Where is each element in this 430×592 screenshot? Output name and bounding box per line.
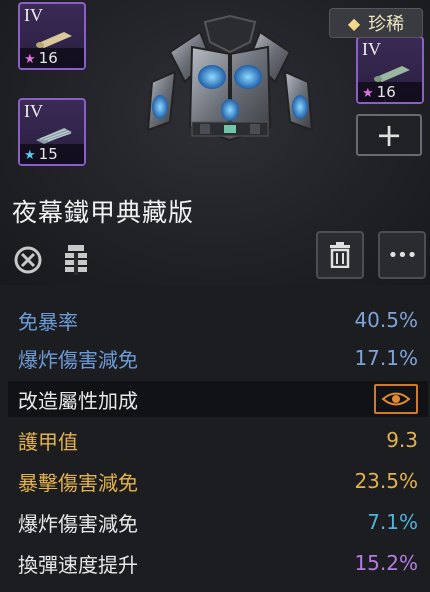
add-mod-button[interactable]: + bbox=[356, 114, 422, 156]
stat-value: 9.3 bbox=[386, 428, 418, 452]
slot-level: ★ 15 bbox=[20, 144, 84, 164]
stat-row: 爆炸傷害減免 17.1% bbox=[8, 340, 428, 376]
fabric-roll-icon bbox=[374, 66, 410, 82]
plus-icon: + bbox=[375, 116, 403, 154]
eye-icon bbox=[381, 392, 411, 406]
stat-label: 暴擊傷害減免 bbox=[18, 470, 138, 495]
mod-slot-3[interactable]: IV ★ 16 bbox=[356, 36, 424, 104]
more-options-button[interactable]: ••• bbox=[378, 231, 426, 279]
mod-bonus-header: 改造屬性加成 bbox=[8, 381, 428, 417]
no-repair-icon[interactable] bbox=[10, 242, 46, 278]
mod-slot-2[interactable]: IV ★ 15 bbox=[18, 98, 86, 166]
item-name: 夜幕鐵甲典藏版 bbox=[12, 198, 195, 227]
star-icon: ★ bbox=[362, 86, 374, 101]
armor-type-icon[interactable] bbox=[58, 242, 94, 278]
star-icon: ★ bbox=[24, 148, 36, 163]
fabric-roll-icon bbox=[36, 32, 72, 48]
stat-label: 護甲值 bbox=[18, 429, 78, 454]
stat-value: 7.1% bbox=[367, 510, 418, 534]
stat-value: 23.5% bbox=[354, 469, 418, 493]
mod-stat-row: 暴擊傷害減免 23.5% bbox=[8, 463, 428, 499]
stat-value: 15.2% bbox=[354, 551, 418, 575]
slot-level: ★ 16 bbox=[20, 48, 84, 68]
section-title: 改造屬性加成 bbox=[18, 388, 138, 413]
mod-stat-row: 爆炸傷害減免 7.1% bbox=[8, 504, 428, 540]
mod-stat-row: 護甲值 9.3 bbox=[8, 422, 428, 458]
trash-icon bbox=[330, 242, 350, 268]
slot-tier: IV bbox=[362, 39, 381, 59]
mesh-roll-icon bbox=[36, 128, 72, 144]
mod-stat-row: 換彈速度提升 15.2% bbox=[8, 545, 428, 581]
view-toggle-button[interactable] bbox=[374, 384, 418, 414]
star-icon: ★ bbox=[24, 52, 36, 67]
stat-label: 爆炸傷害減免 bbox=[18, 511, 138, 536]
more-icon: ••• bbox=[387, 244, 418, 266]
armor-vest-image bbox=[146, 14, 314, 142]
slot-tier: IV bbox=[24, 101, 43, 121]
rarity-badge: ◆ 珍稀 bbox=[329, 8, 423, 38]
slot-tier: IV bbox=[24, 5, 43, 25]
stat-row: 免暴率 40.5% bbox=[8, 302, 428, 338]
rarity-label: 珍稀 bbox=[368, 14, 405, 35]
stat-label: 換彈速度提升 bbox=[18, 552, 138, 577]
stat-value: 40.5% bbox=[354, 308, 418, 332]
stat-value: 17.1% bbox=[354, 346, 418, 370]
item-preview-area: IV ★ 16 IV ★ 15 IV ★ 16 ◆ 珍稀 + 夜幕鐵甲典藏版 •… bbox=[0, 0, 430, 285]
slot-level: ★ 16 bbox=[358, 82, 422, 102]
mod-slot-1[interactable]: IV ★ 16 bbox=[18, 2, 86, 70]
stat-label: 免暴率 bbox=[18, 309, 78, 334]
diamond-icon: ◆ bbox=[347, 13, 361, 33]
delete-button[interactable] bbox=[316, 231, 364, 279]
stat-label: 爆炸傷害減免 bbox=[18, 347, 138, 372]
